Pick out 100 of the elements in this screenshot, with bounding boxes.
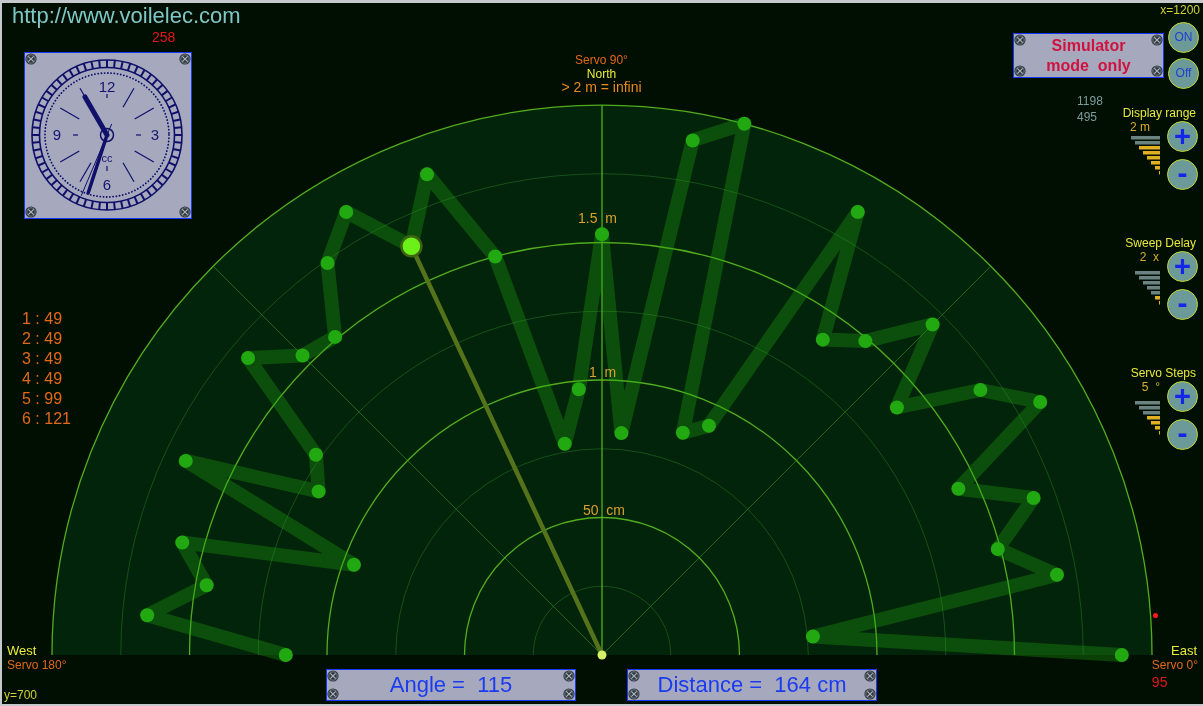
sensor-reading: 1 : 49 — [22, 309, 63, 329]
scan-point — [420, 167, 435, 182]
screw-icon — [563, 670, 575, 682]
decrease-button[interactable]: - — [1167, 289, 1198, 320]
scan-point — [685, 133, 700, 148]
servo-reading: 95 — [1151, 674, 1168, 690]
increase-button[interactable]: + — [1167, 121, 1198, 152]
range-note: > 2 m = infini — [561, 80, 642, 94]
scan-point — [328, 329, 343, 344]
setting-label: Sweep Delay — [1125, 236, 1197, 250]
servo-angle-label: Servo 0° — [1151, 658, 1198, 672]
scan-point — [339, 205, 354, 220]
increase-button[interactable]: + — [1167, 381, 1198, 412]
scan-point — [614, 426, 629, 441]
coordinate-value: 1198 — [1077, 93, 1103, 109]
scan-point — [701, 418, 716, 433]
screw-icon — [628, 688, 640, 700]
sensor-reading: 6 : 121 — [22, 409, 71, 429]
scan-point — [178, 453, 193, 468]
screw-icon — [179, 53, 191, 65]
scan-point — [278, 648, 293, 662]
highlighted-point — [400, 235, 423, 258]
counter-value: 258 — [152, 29, 176, 45]
setting-value: 5 ° — [1141, 380, 1160, 394]
screw-icon — [1014, 65, 1026, 77]
y-coordinate-label: y=700 — [4, 688, 38, 702]
screw-icon — [864, 670, 876, 682]
scan-point — [241, 351, 256, 366]
screw-icon — [25, 53, 37, 65]
scan-point — [973, 383, 988, 397]
coordinate-value: 495 — [1077, 109, 1098, 125]
sensor-reading: 3 : 49 — [22, 349, 63, 369]
decrease-button[interactable]: - — [1167, 159, 1198, 190]
sensor-reading: 4 : 49 — [22, 369, 63, 389]
scan-point — [557, 436, 572, 451]
servo-angle-label: Servo 180° — [7, 658, 67, 672]
hour-hand — [82, 94, 110, 138]
scan-point — [199, 578, 214, 593]
distance-readout: Distance = 164 cm — [657, 672, 847, 698]
scan-point — [925, 317, 940, 332]
scan-point — [571, 382, 586, 397]
screw-icon — [179, 206, 191, 218]
screw-icon — [327, 688, 339, 700]
screw-icon — [864, 688, 876, 700]
sensor-reading: 2 : 49 — [22, 329, 63, 349]
angle-readout: Angle = 115 — [389, 672, 513, 698]
scan-point — [595, 227, 609, 242]
x-coordinate-label: x=1200 — [1160, 4, 1200, 17]
screw-icon — [563, 688, 575, 700]
scan-point — [1114, 648, 1129, 662]
scan-point — [889, 400, 904, 415]
clock-numeral: 3 — [150, 126, 160, 144]
ring-label: 1 m — [589, 364, 617, 380]
north-label: North — [586, 68, 617, 80]
scan-point — [1050, 567, 1064, 582]
scan-point — [805, 629, 820, 644]
screw-icon — [25, 206, 37, 218]
ring-label: 50 cm — [583, 502, 625, 518]
increase-button[interactable]: + — [1167, 251, 1198, 282]
simulator-mode-label: Simulator mode only — [1046, 35, 1131, 76]
off-button[interactable]: Off — [1168, 58, 1199, 89]
screw-icon — [1151, 65, 1163, 77]
scan-point — [990, 541, 1005, 556]
east-label: East — [1171, 643, 1197, 658]
clock-label: cc — [101, 152, 113, 164]
servo-angle-label: Servo 90° — [575, 53, 628, 67]
screw-icon — [1151, 34, 1163, 46]
screw-icon — [1014, 34, 1026, 46]
screw-icon — [628, 670, 640, 682]
scan-point — [295, 348, 310, 363]
scan-point — [308, 447, 323, 462]
setting-label: Servo Steps — [1130, 366, 1197, 380]
on-button[interactable]: ON — [1168, 22, 1199, 53]
clock-hub-icon — [99, 127, 115, 143]
clock-numeral: 12 — [98, 78, 116, 96]
sensor-reading: 5 : 99 — [22, 389, 63, 409]
origin-dot-icon — [597, 650, 607, 660]
decrease-button[interactable]: - — [1167, 419, 1198, 450]
scan-point — [175, 535, 190, 550]
ring-label: 1.5 m — [578, 210, 617, 226]
scan-point — [815, 332, 830, 347]
scan-point — [858, 334, 873, 349]
scan-point — [1033, 395, 1048, 409]
scan-point — [737, 116, 752, 131]
screw-icon — [327, 670, 339, 682]
setting-label: Display range — [1122, 106, 1197, 120]
clock-numeral: 9 — [52, 126, 62, 144]
scan-point — [488, 249, 503, 264]
west-label: West — [7, 643, 37, 658]
setting-value: 2 x — [1139, 250, 1159, 264]
scan-point — [320, 256, 335, 271]
scan-point — [675, 425, 690, 440]
scan-point — [140, 608, 155, 623]
scan-point — [850, 205, 865, 220]
site-url: http://www.voilelec.com — [12, 3, 241, 29]
scan-point — [346, 557, 361, 572]
clock-numeral: 6 — [102, 176, 112, 194]
scan-point — [1026, 490, 1041, 505]
setting-value: 2 m — [1130, 120, 1150, 134]
scan-point — [311, 484, 326, 499]
